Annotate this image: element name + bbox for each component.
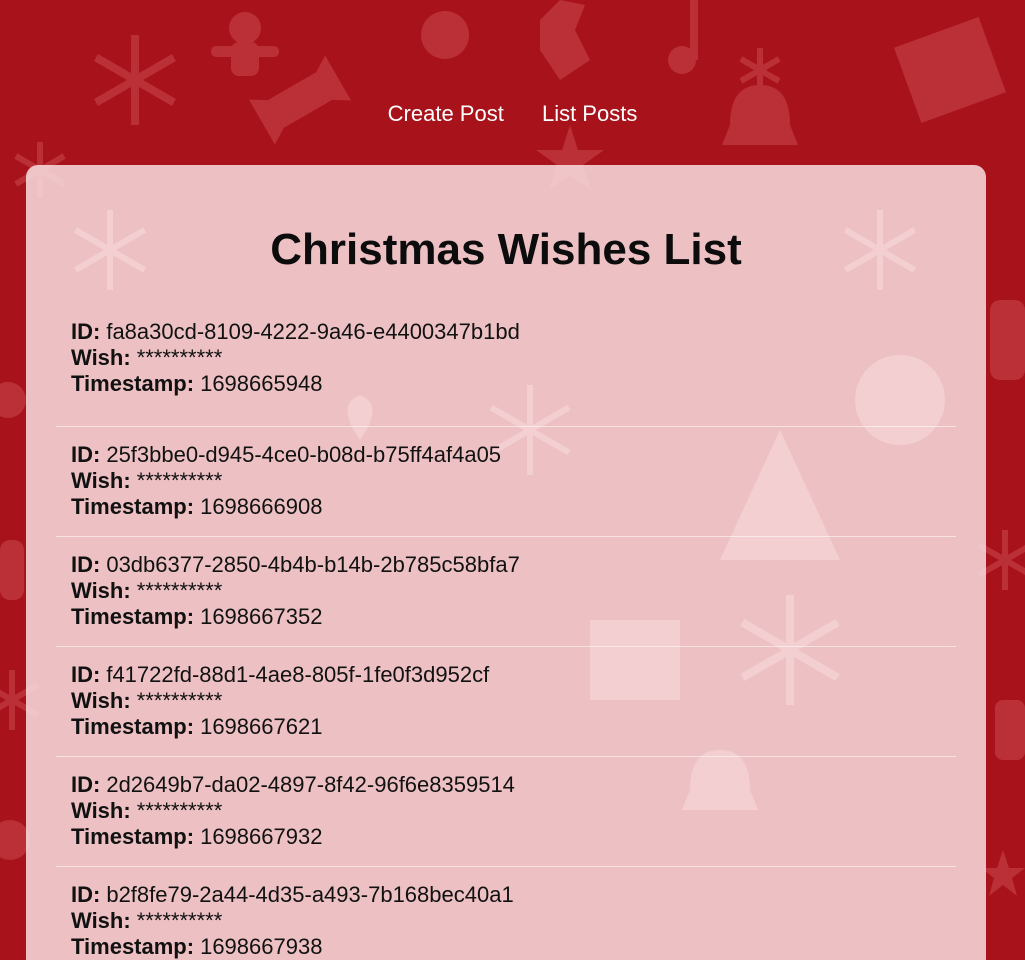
- id-row: ID: fa8a30cd-8109-4222-9a46-e4400347b1bd: [71, 319, 956, 345]
- id-row: ID: f41722fd-88d1-4ae8-805f-1fe0f3d952cf: [71, 662, 956, 688]
- timestamp-label: Timestamp:: [71, 714, 195, 739]
- timestamp-label: Timestamp:: [71, 494, 195, 519]
- id-value: b2f8fe79-2a44-4d35-a493-7b168bec40a1: [106, 882, 514, 907]
- star-icon: [981, 850, 1025, 896]
- wish-label: Wish:: [71, 468, 131, 493]
- ornament-icon: [421, 11, 469, 59]
- timestamp-row: Timestamp: 1698667352: [71, 604, 956, 630]
- id-label: ID:: [71, 552, 101, 577]
- wish-label: Wish:: [71, 798, 131, 823]
- wish-value: **********: [136, 468, 223, 493]
- wish-row: Wish: **********: [71, 688, 956, 714]
- timestamp-value: 1698667621: [200, 714, 323, 739]
- id-value: 03db6377-2850-4b4b-b14b-2b785c58bfa7: [106, 552, 520, 577]
- wish-value: **********: [136, 908, 223, 933]
- id-label: ID:: [71, 662, 101, 687]
- id-row: ID: 25f3bbe0-d945-4ce0-b08d-b75ff4af4a05: [71, 442, 956, 468]
- wish-value: **********: [136, 578, 223, 603]
- timestamp-label: Timestamp:: [71, 934, 195, 959]
- wish-label: Wish:: [71, 688, 131, 713]
- timestamp-label: Timestamp:: [71, 371, 195, 396]
- top-nav: Create Post List Posts: [0, 100, 1025, 128]
- timestamp-value: 1698665948: [200, 371, 323, 396]
- id-label: ID:: [71, 319, 101, 344]
- timestamp-row: Timestamp: 1698667938: [71, 934, 956, 960]
- wish-value: **********: [136, 798, 223, 823]
- wish-row: Wish: **********: [71, 908, 956, 934]
- id-value: fa8a30cd-8109-4222-9a46-e4400347b1bd: [106, 319, 520, 344]
- wish-row: Wish: **********: [71, 798, 956, 824]
- list-item: ID: b2f8fe79-2a44-4d35-a493-7b168bec40a1 …: [56, 868, 956, 960]
- list-item: ID: 2d2649b7-da02-4897-8f42-96f6e8359514 …: [56, 758, 956, 867]
- id-label: ID:: [71, 882, 101, 907]
- wish-value: **********: [136, 345, 223, 370]
- id-value: 25f3bbe0-d945-4ce0-b08d-b75ff4af4a05: [106, 442, 502, 467]
- wish-label: Wish:: [71, 908, 131, 933]
- list-posts-link[interactable]: List Posts: [542, 100, 637, 128]
- wish-row: Wish: **********: [71, 345, 956, 371]
- wish-value: **********: [136, 688, 223, 713]
- timestamp-label: Timestamp:: [71, 824, 195, 849]
- timestamp-row: Timestamp: 1698666908: [71, 494, 956, 520]
- wish-row: Wish: **********: [71, 578, 956, 604]
- list-item: ID: fa8a30cd-8109-4222-9a46-e4400347b1bd …: [56, 319, 956, 427]
- wish-label: Wish:: [71, 578, 131, 603]
- list-item: ID: 25f3bbe0-d945-4ce0-b08d-b75ff4af4a05 …: [56, 428, 956, 537]
- create-post-link[interactable]: Create Post: [388, 100, 504, 128]
- timestamp-value: 1698666908: [200, 494, 323, 519]
- timestamp-row: Timestamp: 1698665948: [71, 371, 956, 397]
- id-row: ID: 2d2649b7-da02-4897-8f42-96f6e8359514: [71, 772, 956, 798]
- gingerbread-icon: [211, 12, 279, 76]
- wish-label: Wish:: [71, 345, 131, 370]
- page-title: Christmas Wishes List: [270, 225, 742, 274]
- timestamp-row: Timestamp: 1698667932: [71, 824, 956, 850]
- timestamp-value: 1698667932: [200, 824, 323, 849]
- music-note-icon: [668, 0, 698, 74]
- wishes-card: Christmas Wishes List ID: fa8a30cd-8109-4…: [26, 165, 986, 960]
- timestamp-value: 1698667938: [200, 934, 323, 959]
- list-item: ID: 03db6377-2850-4b4b-b14b-2b785c58bfa7 …: [56, 538, 956, 647]
- id-row: ID: 03db6377-2850-4b4b-b14b-2b785c58bfa7: [71, 552, 956, 578]
- wishes-list: ID: fa8a30cd-8109-4222-9a46-e4400347b1bd …: [56, 319, 956, 960]
- id-value: f41722fd-88d1-4ae8-805f-1fe0f3d952cf: [106, 662, 490, 687]
- id-row: ID: b2f8fe79-2a44-4d35-a493-7b168bec40a1: [71, 882, 956, 908]
- timestamp-value: 1698667352: [200, 604, 323, 629]
- list-item: ID: f41722fd-88d1-4ae8-805f-1fe0f3d952cf …: [56, 648, 956, 757]
- wish-row: Wish: **********: [71, 468, 956, 494]
- id-label: ID:: [71, 772, 101, 797]
- timestamp-row: Timestamp: 1698667621: [71, 714, 956, 740]
- id-label: ID:: [71, 442, 101, 467]
- timestamp-label: Timestamp:: [71, 604, 195, 629]
- id-value: 2d2649b7-da02-4897-8f42-96f6e8359514: [106, 772, 515, 797]
- reindeer-icon: [540, 0, 590, 80]
